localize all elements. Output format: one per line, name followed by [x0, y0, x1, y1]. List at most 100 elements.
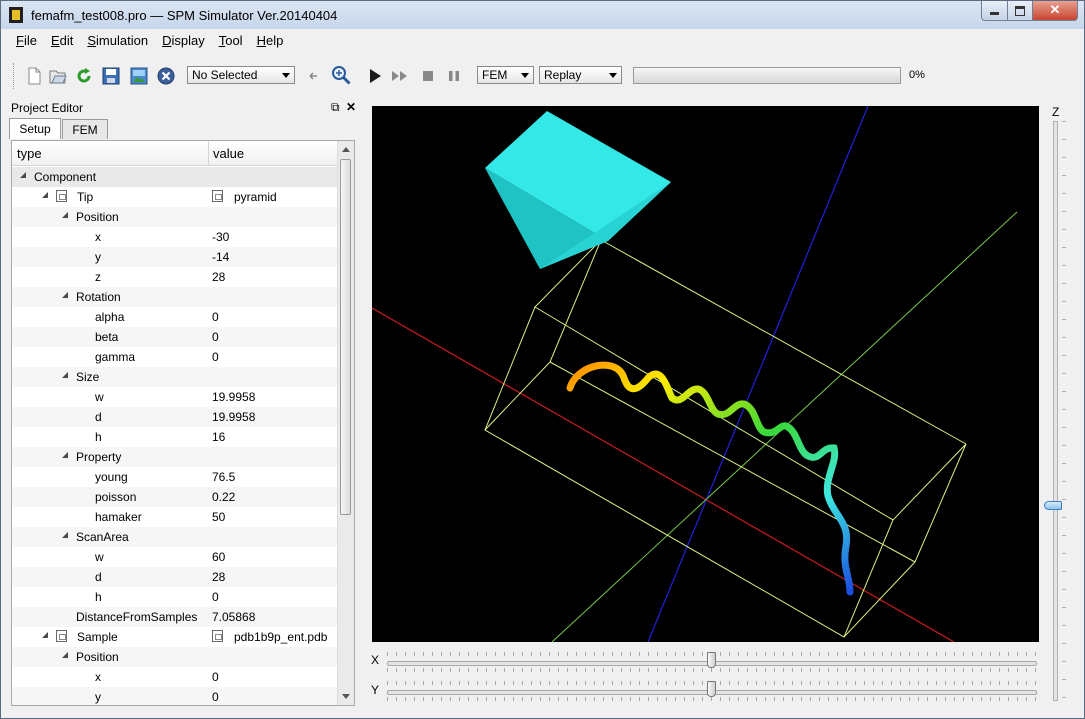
tree-row[interactable]: w 19.9958: [12, 387, 338, 407]
y-slider[interactable]: [387, 681, 1037, 701]
tree-row[interactable]: d 19.9958: [12, 407, 338, 427]
mode-combo[interactable]: FEM: [477, 66, 534, 84]
tree-row[interactable]: h 16: [12, 427, 338, 447]
menu-edit[interactable]: Edit: [44, 31, 80, 53]
close-circle-icon[interactable]: [157, 67, 175, 85]
tab-setup[interactable]: Setup: [9, 118, 61, 139]
toolbar-grip[interactable]: [13, 63, 17, 89]
tree-row[interactable]: y0: [12, 687, 338, 705]
tree-row[interactable]: Tip pyramid: [12, 187, 338, 207]
tree-row[interactable]: h0: [12, 587, 338, 607]
stop-icon[interactable]: [419, 67, 437, 85]
replay-combo[interactable]: Replay: [539, 66, 622, 84]
tree-row[interactable]: Sample pdb1b9p_ent.pdb: [12, 627, 338, 647]
column-separator[interactable]: [208, 141, 209, 165]
maximize-button[interactable]: [1008, 1, 1033, 21]
title-bar[interactable]: femafm_test008.pro — SPM Simulator Ver.2…: [1, 1, 1084, 29]
column-value[interactable]: value: [213, 146, 244, 161]
float-dock-icon[interactable]: ⧉: [331, 100, 340, 115]
tab-fem[interactable]: FEM: [62, 119, 108, 139]
tree-row[interactable]: young 76.5: [12, 467, 338, 487]
reload-icon[interactable]: [75, 67, 93, 85]
column-type[interactable]: type: [17, 146, 42, 161]
row-value[interactable]: 0.22: [212, 490, 235, 504]
y-slider-handle[interactable]: [707, 681, 716, 697]
tree-row[interactable]: Property: [12, 447, 338, 467]
tree-row[interactable]: w 60: [12, 547, 338, 567]
expand-arrow-icon[interactable]: [42, 192, 48, 198]
z-slider-handle[interactable]: [1044, 501, 1062, 510]
menu-file[interactable]: File: [9, 31, 44, 53]
row-value[interactable]: pdb1b9p_ent.pdb: [234, 630, 327, 644]
row-value[interactable]: 60: [212, 550, 225, 564]
tree-row[interactable]: y -14: [12, 247, 338, 267]
tree-row[interactable]: alpha 0: [12, 307, 338, 327]
new-file-icon[interactable]: [25, 67, 43, 85]
selection-combo[interactable]: No Selected: [187, 66, 295, 84]
tree-row[interactable]: Position: [12, 207, 338, 227]
menu-help[interactable]: Help: [250, 31, 291, 53]
play-icon[interactable]: [367, 67, 385, 85]
tree-row[interactable]: d 28: [12, 567, 338, 587]
row-value[interactable]: 0: [212, 690, 219, 704]
row-value[interactable]: 0: [212, 310, 219, 324]
expand-arrow-icon[interactable]: [20, 172, 26, 178]
tree-row[interactable]: Size: [12, 367, 338, 387]
row-value[interactable]: 0: [212, 330, 219, 344]
expand-arrow-icon[interactable]: [62, 372, 68, 378]
tree-row[interactable]: Position: [12, 647, 338, 667]
expand-arrow-icon[interactable]: [62, 212, 68, 218]
x-slider[interactable]: [387, 652, 1037, 672]
expand-arrow-icon[interactable]: [62, 532, 68, 538]
menu-tool[interactable]: Tool: [212, 31, 250, 53]
scroll-up-icon[interactable]: [342, 147, 350, 152]
undo-icon[interactable]: [307, 67, 321, 85]
expand-arrow-icon[interactable]: [62, 652, 68, 658]
tree-row[interactable]: ScanArea: [12, 527, 338, 547]
open-folder-icon[interactable]: [49, 67, 67, 85]
tree-row[interactable]: hamaker 50: [12, 507, 338, 527]
fast-forward-icon[interactable]: [391, 67, 409, 85]
tree-row[interactable]: z 28: [12, 267, 338, 287]
save-icon[interactable]: [102, 67, 120, 85]
tree-row[interactable]: x -30: [12, 227, 338, 247]
expand-arrow-icon[interactable]: [42, 632, 48, 638]
row-value[interactable]: -30: [212, 230, 229, 244]
menu-simulation[interactable]: Simulation: [80, 31, 155, 53]
row-value[interactable]: 76.5: [212, 470, 235, 484]
3d-viewport[interactable]: [372, 106, 1039, 642]
row-value[interactable]: 16: [212, 430, 225, 444]
z-slider[interactable]: [1044, 121, 1066, 701]
row-value[interactable]: 0: [212, 350, 219, 364]
row-value[interactable]: 28: [212, 570, 225, 584]
tree-row[interactable]: x0: [12, 667, 338, 687]
pause-icon[interactable]: [445, 67, 463, 85]
row-value[interactable]: pyramid: [234, 190, 277, 204]
row-value[interactable]: 7.05868: [212, 610, 255, 624]
row-value[interactable]: 19.9958: [212, 390, 255, 404]
tree-row[interactable]: poisson 0.22: [12, 487, 338, 507]
close-window-button[interactable]: [1033, 1, 1078, 21]
tree-row[interactable]: Rotation: [12, 287, 338, 307]
tree-row[interactable]: gamma 0: [12, 347, 338, 367]
tree-row[interactable]: beta 0: [12, 327, 338, 347]
row-value[interactable]: -14: [212, 250, 229, 264]
row-value[interactable]: 19.9958: [212, 410, 255, 424]
tree-row[interactable]: Component: [12, 167, 338, 187]
menu-display[interactable]: Display: [155, 31, 212, 53]
row-value[interactable]: 50: [212, 510, 225, 524]
expand-arrow-icon[interactable]: [62, 292, 68, 298]
row-value[interactable]: 0: [212, 670, 219, 684]
expand-arrow-icon[interactable]: [62, 452, 68, 458]
row-value[interactable]: 0: [212, 590, 219, 604]
zoom-icon[interactable]: [331, 65, 351, 85]
tree-row[interactable]: DistanceFromSamples 7.05868: [12, 607, 338, 627]
scroll-down-icon[interactable]: [342, 694, 350, 699]
x-slider-handle[interactable]: [707, 652, 716, 668]
image-icon[interactable]: [130, 67, 148, 85]
tree-scrollbar[interactable]: [337, 141, 354, 705]
scroll-thumb[interactable]: [340, 159, 351, 515]
minimize-button[interactable]: [981, 1, 1008, 21]
close-dock-icon[interactable]: ✕: [346, 100, 356, 114]
row-value[interactable]: 28: [212, 270, 225, 284]
